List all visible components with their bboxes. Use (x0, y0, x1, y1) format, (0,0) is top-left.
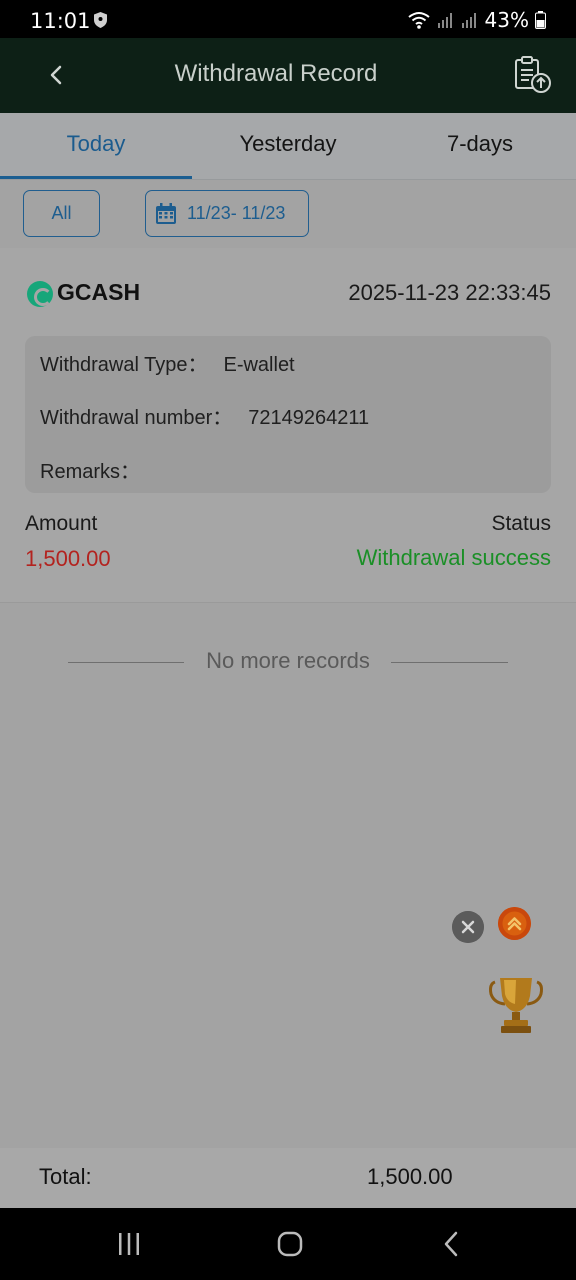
remarks-label: Remarks： (40, 461, 141, 483)
battery-percent: 43% (484, 8, 529, 32)
active-tab-indicator (0, 176, 192, 179)
calendar-icon (156, 202, 176, 224)
amount-value: 1,500.00 (25, 546, 111, 571)
tab-today[interactable]: Today (0, 131, 192, 157)
system-back-icon[interactable] (438, 1230, 466, 1258)
no-more-records-text: No more records (206, 648, 370, 673)
shield-icon (94, 12, 107, 28)
withdrawal-record[interactable]: GCASH 2025-11-23 22:33:45 Withdrawal Typ… (0, 248, 576, 603)
withdrawal-type-label: Withdrawal Type： (40, 354, 208, 376)
filter-bar: All 11/23- 11/23 (0, 180, 576, 248)
status-bar: 11:01 43% (0, 0, 576, 38)
status-label: Status (491, 512, 551, 535)
withdrawal-type-row: Withdrawal Type： E-wallet (40, 348, 295, 377)
list-end: No more records (0, 648, 576, 678)
clipboard-upload-icon[interactable] (512, 55, 554, 95)
page-title: Withdrawal Record (174, 60, 378, 87)
status-badge: Withdrawal success (356, 545, 551, 570)
withdrawal-number-value: 72149264211 (248, 407, 370, 429)
total-bar: Total: 1,500.00 (0, 1148, 576, 1208)
total-value: 1,500.00 (367, 1164, 453, 1189)
battery-icon (535, 11, 546, 29)
record-details: Withdrawal Type： E-wallet Withdrawal numb… (25, 336, 551, 493)
trophy-icon[interactable] (487, 974, 545, 1036)
recent-apps-icon[interactable] (115, 1230, 143, 1258)
withdrawal-number-row: Withdrawal number： 72149264211 (40, 401, 369, 430)
remarks-row: Remarks： (40, 455, 156, 484)
withdrawal-number-label: Withdrawal number： (40, 407, 233, 429)
date-range-button[interactable]: 11/23- 11/23 (145, 190, 309, 237)
date-tabs: Today Yesterday 7-days (0, 113, 576, 180)
signal-icon-2 (461, 13, 476, 28)
tab-7-days[interactable]: 7-days (384, 131, 576, 157)
total-label: Total: (39, 1164, 92, 1189)
double-chevron-up-icon[interactable] (498, 907, 531, 940)
app-header: Withdrawal Record (0, 38, 576, 113)
date-range-label: 11/23- 11/23 (187, 203, 286, 223)
withdrawal-type-value: E-wallet (223, 354, 295, 376)
status-time: 11:01 (30, 9, 91, 33)
filter-all-button[interactable]: All (23, 190, 100, 237)
wifi-icon (407, 12, 430, 29)
status-icons: 43% (407, 8, 546, 32)
tab-yesterday[interactable]: Yesterday (192, 131, 384, 157)
home-icon[interactable] (276, 1230, 304, 1258)
amount-label: Amount (25, 512, 98, 535)
payment-method: GCASH (57, 279, 141, 305)
close-icon[interactable] (452, 911, 484, 943)
signal-icon (437, 13, 452, 28)
divider-right (391, 662, 508, 663)
record-datetime: 2025-11-23 22:33:45 (348, 280, 551, 305)
system-nav-bar (0, 1208, 576, 1280)
gcash-logo-icon (27, 281, 53, 307)
